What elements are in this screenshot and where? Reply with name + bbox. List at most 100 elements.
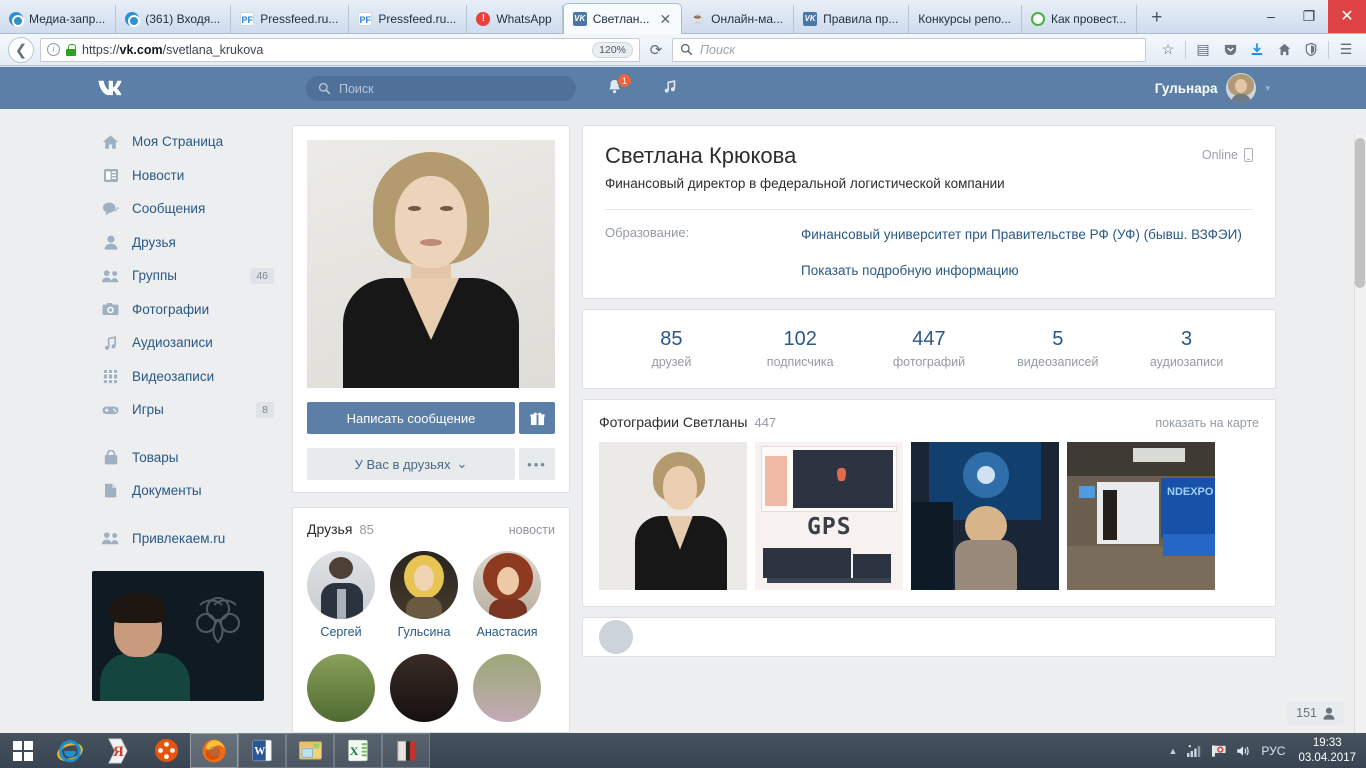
sidebar-item-my-page[interactable]: Моя Страница xyxy=(92,125,286,159)
scrollbar-thumb[interactable] xyxy=(1355,138,1365,288)
taskbar-explorer[interactable] xyxy=(286,733,334,768)
browser-tab[interactable]: (361) Входя... xyxy=(116,5,231,33)
counter-value: 102 xyxy=(736,328,865,351)
page-scrollbar[interactable]: ⌄ xyxy=(1354,134,1366,733)
friend-status-button[interactable]: У Вас в друзьях ⌄ xyxy=(307,448,515,480)
sidebar-item-games[interactable]: Игры 8 xyxy=(92,393,286,427)
browser-tab[interactable]: VK Правила пр... xyxy=(794,5,909,33)
restore-button[interactable]: ❐ xyxy=(1290,0,1328,33)
counter-audios[interactable]: 3 аудиозаписи xyxy=(1122,328,1251,369)
profile-photo[interactable] xyxy=(307,140,555,388)
browser-tab[interactable]: PF Pressfeed.ru... xyxy=(349,5,467,33)
counter-friends[interactable]: 85 друзей xyxy=(607,328,736,369)
downloads-icon[interactable] xyxy=(1245,38,1269,62)
taskbar-book[interactable] xyxy=(382,733,430,768)
reading-list-icon[interactable]: ▤ xyxy=(1191,38,1215,62)
show-hidden-icon[interactable]: ▲ xyxy=(1168,746,1177,756)
show-details-link[interactable]: Показать подробную информацию xyxy=(801,263,1253,298)
avatar[interactable] xyxy=(390,654,458,722)
reload-icon[interactable]: ⟳ xyxy=(646,41,666,59)
counter-followers[interactable]: 102 подписчика xyxy=(736,328,865,369)
photo-thumbnail[interactable] xyxy=(911,442,1059,590)
show-on-map-link[interactable]: показать на карте xyxy=(1155,416,1259,430)
taskbar-firefox[interactable] xyxy=(190,733,238,768)
sidebar-item-video[interactable]: Видеозаписи xyxy=(92,360,286,394)
friend-item[interactable]: Анастасия xyxy=(473,551,541,639)
vk-logo[interactable] xyxy=(96,77,130,99)
avatar[interactable] xyxy=(307,654,375,722)
pocket-icon[interactable] xyxy=(1218,38,1242,62)
vk-search-input[interactable]: Поиск xyxy=(306,76,576,101)
close-icon[interactable]: ✕ xyxy=(659,12,671,26)
vk-user-menu[interactable]: Гульнара ▾ xyxy=(1155,67,1270,109)
counter-videos[interactable]: 5 видеозаписей xyxy=(993,328,1122,369)
send-message-button[interactable]: Написать сообщение xyxy=(307,402,515,434)
sidebar-item-privlekaem[interactable]: Привлекаем.ru xyxy=(92,522,286,556)
avatar[interactable] xyxy=(307,551,375,619)
sidebar-item-photos[interactable]: Фотографии xyxy=(92,293,286,327)
friend-item[interactable] xyxy=(473,654,541,728)
start-button[interactable] xyxy=(0,733,46,768)
browser-tab[interactable]: PF Pressfeed.ru... xyxy=(231,5,349,33)
music-note-icon[interactable] xyxy=(662,78,678,95)
avatar[interactable] xyxy=(473,551,541,619)
taskbar-excel[interactable]: X xyxy=(334,733,382,768)
avatar[interactable] xyxy=(599,620,633,654)
sidebar-item-goods[interactable]: Товары xyxy=(92,441,286,475)
browser-tab[interactable]: Как провест... xyxy=(1022,5,1137,33)
new-tab-button[interactable]: + xyxy=(1137,5,1176,33)
shield-icon[interactable] xyxy=(1299,38,1323,62)
avatar[interactable] xyxy=(473,654,541,722)
gift-icon[interactable] xyxy=(519,402,555,434)
sidebar-item-news[interactable]: Новости xyxy=(92,159,286,193)
more-actions-button[interactable]: ••• xyxy=(519,448,555,480)
browser-tab[interactable]: ☕ Онлайн-ма... xyxy=(682,5,794,33)
photo-thumbnail[interactable]: NDEXPO xyxy=(1067,442,1215,590)
friends-news-link[interactable]: новости xyxy=(509,523,555,537)
close-window-button[interactable]: ✕ xyxy=(1328,0,1366,33)
browser-search-input[interactable]: Поиск xyxy=(672,38,1146,62)
minimize-button[interactable]: – xyxy=(1252,0,1290,33)
sidebar-item-audio[interactable]: Аудиозаписи xyxy=(92,326,286,360)
taskbar-internet-explorer[interactable] xyxy=(46,733,94,768)
clock[interactable]: 19:33 03.04.2017 xyxy=(1294,736,1356,765)
sidebar-item-documents[interactable]: Документы xyxy=(92,474,286,508)
avatar[interactable] xyxy=(390,551,458,619)
browser-tab-active[interactable]: VK Светлан... ✕ xyxy=(563,3,682,34)
friend-item[interactable]: Сергей xyxy=(307,551,375,639)
security-icon[interactable] xyxy=(1211,744,1227,758)
photo-thumbnail[interactable] xyxy=(599,442,747,590)
photo-thumbnail[interactable]: GPS xyxy=(755,442,903,590)
back-button[interactable]: ❮ xyxy=(8,37,34,63)
avatar[interactable] xyxy=(1226,73,1256,103)
online-counter-badge[interactable]: 151 xyxy=(1287,701,1344,725)
home-icon[interactable] xyxy=(1272,38,1296,62)
info-value[interactable]: Финансовый университет при Правительстве… xyxy=(801,225,1242,245)
taskbar-yandex[interactable]: Я xyxy=(94,733,142,768)
friend-item[interactable]: Гульсина xyxy=(390,551,458,639)
ring-icon xyxy=(9,12,23,26)
taskbar-vlc[interactable] xyxy=(142,733,190,768)
vk-page: Поиск 1 Гульнара ▾ xyxy=(0,67,1366,733)
browser-tab[interactable]: ! WhatsApp xyxy=(467,5,562,33)
language-indicator[interactable]: РУС xyxy=(1261,744,1285,758)
counter-photos[interactable]: 447 фотографий xyxy=(865,328,994,369)
browser-tab[interactable]: Конкурсы репо... xyxy=(909,5,1022,33)
sidebar-item-messages[interactable]: Сообщения xyxy=(92,192,286,226)
friend-item[interactable] xyxy=(390,654,458,728)
site-info-icon[interactable]: i xyxy=(47,43,60,56)
browser-tab[interactable]: Медиа-запр... xyxy=(0,5,116,33)
address-bar[interactable]: i https://vk.com/svetlana_krukova 120% xyxy=(40,38,640,62)
menu-icon[interactable]: ☰ xyxy=(1334,38,1358,62)
volume-icon[interactable] xyxy=(1236,744,1252,758)
sidebar-ad-banner[interactable] xyxy=(92,571,264,701)
sidebar-item-groups[interactable]: Группы 46 xyxy=(92,259,286,293)
chevron-down-icon[interactable]: ▾ xyxy=(1265,83,1270,94)
sidebar-item-label: Видеозаписи xyxy=(132,369,286,384)
sidebar-item-friends[interactable]: Друзья xyxy=(92,226,286,260)
bookmark-star-icon[interactable]: ☆ xyxy=(1156,38,1180,62)
taskbar-word[interactable]: W xyxy=(238,733,286,768)
zoom-level-badge[interactable]: 120% xyxy=(592,42,633,58)
friend-item[interactable] xyxy=(307,654,375,728)
network-icon[interactable] xyxy=(1186,744,1202,758)
